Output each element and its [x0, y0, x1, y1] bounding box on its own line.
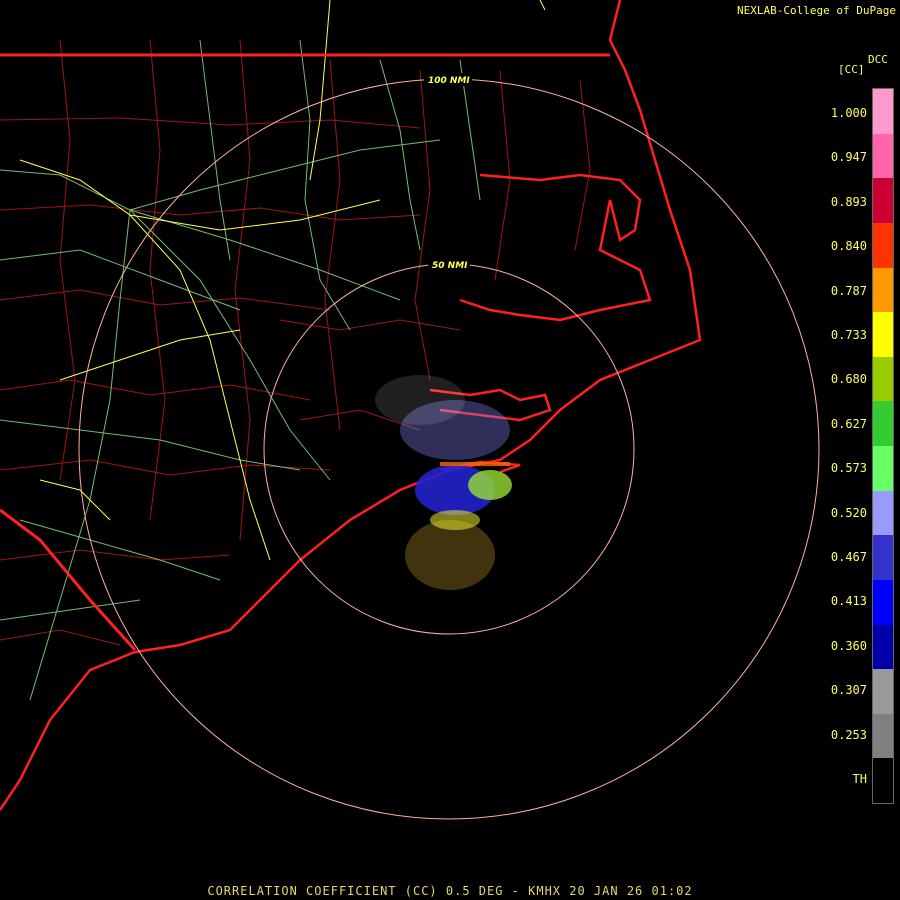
product-caption: CORRELATION COEFFICIENT (CC) 0.5 DEG - K…	[207, 884, 693, 898]
color-bar-segment	[873, 535, 893, 580]
legend-tick-label: 0.520	[830, 505, 867, 520]
legend-unit: [CC]	[838, 63, 865, 76]
color-bar-segment	[873, 356, 893, 402]
legend-product: DCC	[868, 53, 888, 66]
legend-tick-label: 0.947	[830, 150, 867, 165]
color-bar-segment	[873, 222, 893, 268]
color-bar-segment	[873, 89, 893, 134]
color-bar-segment	[873, 624, 893, 670]
color-bar-segment	[873, 267, 893, 313]
legend-tick-label: 0.413	[830, 594, 867, 609]
radar-echoes	[375, 375, 512, 590]
color-bar-segment	[873, 713, 893, 759]
color-bar-segment	[873, 579, 893, 625]
legend-tick-label: 0.573	[830, 461, 867, 476]
legend-tick-label: 0.627	[830, 416, 867, 431]
ring-label-100: 100 NMI	[428, 76, 470, 86]
color-bar-segment	[873, 133, 893, 179]
legend-tick-label: 0.467	[830, 550, 867, 564]
legend-tick-label: TH	[852, 772, 867, 786]
legend-tick-label: 0.307	[830, 683, 867, 698]
color-bar-segment	[873, 490, 893, 536]
color-bar-segment	[873, 669, 893, 714]
legend-tick-label: 0.680	[830, 372, 867, 387]
color-bar-segment	[873, 446, 893, 491]
legend-tick-label: 0.787	[830, 283, 867, 298]
color-bar-segment	[873, 312, 893, 357]
radar-map: 50 NMI 100 NMI	[0, 0, 820, 820]
color-bar-segment	[873, 758, 893, 803]
legend-tick-label: 0.840	[830, 239, 867, 254]
credit-label: NEXLAB-College of DuPage	[737, 4, 896, 17]
legend-tick-label: 0.360	[830, 638, 867, 653]
legend-tick-label: 0.733	[830, 328, 867, 342]
ring-label-50: 50 NMI	[432, 261, 468, 271]
color-bar-segment	[873, 178, 893, 223]
legend-tick-label: 0.253	[830, 727, 867, 742]
road-network	[0, 39, 481, 701]
color-bar-segment	[873, 401, 893, 446]
county-lines	[0, 39, 591, 646]
legend-tick-label: 1.000	[830, 106, 867, 120]
legend-tick-label: 0.893	[830, 194, 867, 209]
ring-labels: 50 NMI 100 NMI	[424, 73, 472, 271]
color-bar	[872, 88, 894, 804]
